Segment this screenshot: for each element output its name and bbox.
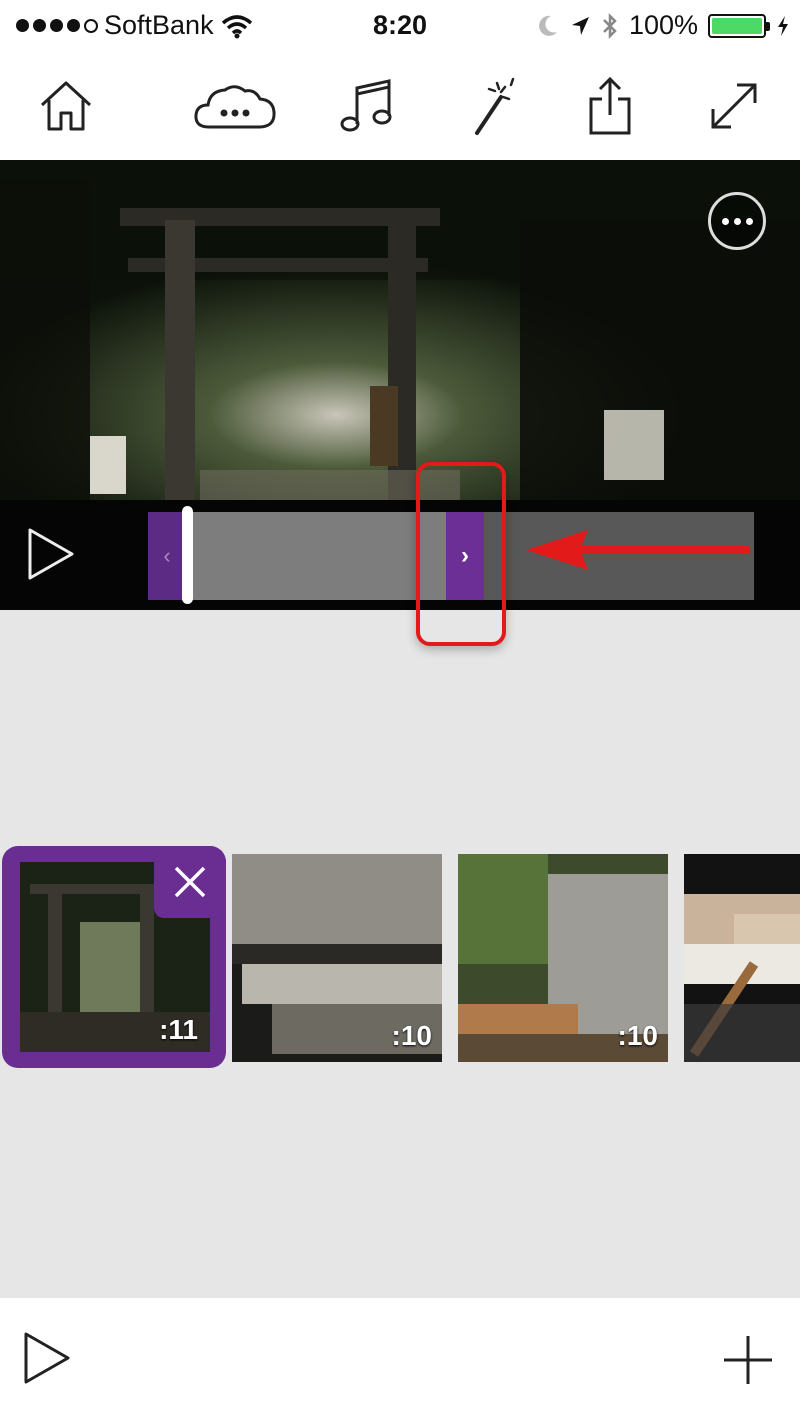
- bottom-bar: [0, 1298, 800, 1422]
- cloud-more-icon: [194, 85, 276, 129]
- clip-item[interactable]: :10: [232, 854, 442, 1062]
- battery-percent: 100%: [628, 10, 698, 40]
- more-icon: [721, 217, 729, 225]
- cloud-button[interactable]: [192, 74, 278, 138]
- magic-wand-button[interactable]: [462, 74, 526, 138]
- clip-item[interactable]: :10: [458, 854, 668, 1062]
- trim-start-handle[interactable]: ‹: [148, 512, 186, 600]
- add-clip-button[interactable]: [720, 1332, 776, 1388]
- fullscreen-button[interactable]: [702, 74, 766, 138]
- moon-icon: [539, 15, 557, 36]
- battery-icon: [708, 13, 770, 38]
- charging-icon: [778, 15, 788, 36]
- delete-clip-button[interactable]: [154, 846, 226, 918]
- clip-thumbnail: [684, 854, 800, 1062]
- close-icon: [174, 866, 206, 898]
- status-right: 100%: [537, 10, 790, 41]
- video-frame-image: [0, 160, 800, 500]
- top-toolbar: [0, 52, 800, 160]
- bluetooth-icon: [603, 12, 617, 39]
- clip-duration: :10: [391, 1020, 432, 1051]
- play-project-button[interactable]: [22, 1330, 74, 1386]
- share-button[interactable]: [578, 74, 642, 138]
- home-button[interactable]: [34, 74, 98, 138]
- magic-wand-icon: [475, 77, 515, 135]
- music-button[interactable]: [334, 74, 398, 138]
- music-icon: [340, 79, 392, 132]
- clip-timeline: :11 :10 :10: [0, 846, 800, 1074]
- more-options-button[interactable]: [708, 192, 766, 250]
- clip-duration: :11: [159, 1014, 198, 1045]
- location-arrow-icon: [571, 16, 589, 35]
- clip-item[interactable]: [684, 854, 800, 1062]
- share-icon: [589, 76, 631, 135]
- preview-play-button[interactable]: [26, 526, 78, 582]
- home-icon: [40, 81, 92, 131]
- playhead-scrubber[interactable]: [182, 506, 193, 604]
- clip-item-selected[interactable]: :11: [2, 846, 226, 1068]
- trim-start-glyph: ‹: [163, 543, 171, 568]
- status-bar: SoftBank 8:20 100%: [0, 0, 800, 52]
- annotation-highlight-box: [416, 462, 506, 646]
- clip-duration: :10: [617, 1020, 658, 1051]
- annotation-arrow-icon: [526, 530, 750, 570]
- fullscreen-icon: [711, 83, 757, 129]
